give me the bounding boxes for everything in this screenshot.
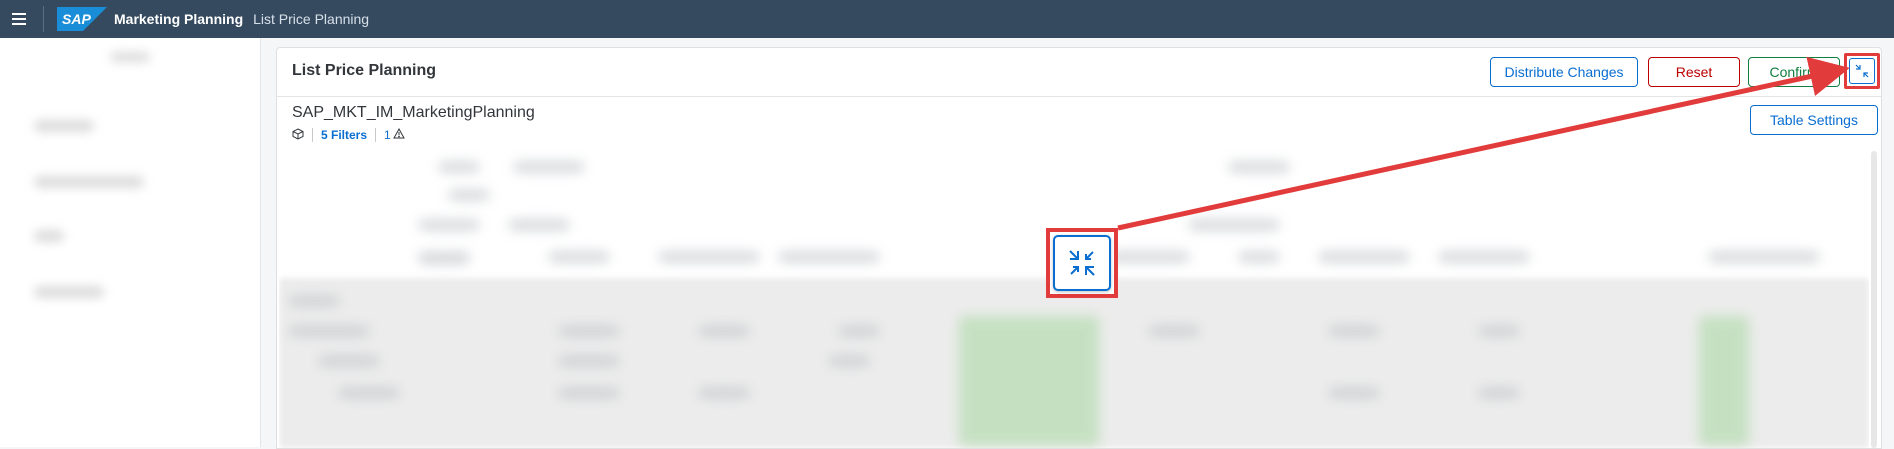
model-name: SAP_MKT_IM_MarketingPlanning bbox=[292, 104, 535, 121]
filter-divider bbox=[312, 128, 313, 142]
app-title: Marketing Planning bbox=[114, 11, 244, 27]
reset-button[interactable]: Reset bbox=[1648, 57, 1740, 87]
confirm-button[interactable]: Confirm bbox=[1748, 57, 1840, 87]
side-navigation bbox=[0, 38, 261, 447]
shell-divider bbox=[43, 6, 44, 32]
table-settings-button[interactable]: Table Settings bbox=[1750, 105, 1878, 135]
cube-icon[interactable] bbox=[292, 127, 304, 143]
card-header: List Price Planning Distribute Changes R… bbox=[277, 48, 1881, 97]
vertical-scrollbar[interactable] bbox=[1871, 151, 1877, 448]
exit-fullscreen-icon bbox=[1053, 235, 1111, 291]
page-title: List Price Planning bbox=[292, 62, 437, 79]
warning-count[interactable]: 1 bbox=[384, 128, 391, 142]
exit-fullscreen-button[interactable] bbox=[1844, 53, 1880, 89]
distribute-changes-button[interactable]: Distribute Changes bbox=[1490, 57, 1638, 87]
planning-table[interactable] bbox=[279, 148, 1869, 448]
sap-logo[interactable]: SAP bbox=[57, 7, 107, 31]
exit-fullscreen-callout bbox=[1046, 228, 1118, 298]
filter-bar: 5 Filters 1 bbox=[292, 126, 405, 144]
app-subtitle: List Price Planning bbox=[253, 11, 370, 27]
exit-fullscreen-icon bbox=[1849, 58, 1875, 84]
svg-text:SAP: SAP bbox=[62, 11, 91, 27]
hamburger-menu-icon[interactable] bbox=[0, 0, 38, 38]
filter-divider bbox=[375, 128, 377, 142]
filters-link[interactable]: 5 Filters bbox=[321, 128, 367, 142]
warning-icon[interactable] bbox=[392, 127, 405, 142]
shell-bar: SAP Marketing Planning List Price Planni… bbox=[0, 0, 1894, 38]
